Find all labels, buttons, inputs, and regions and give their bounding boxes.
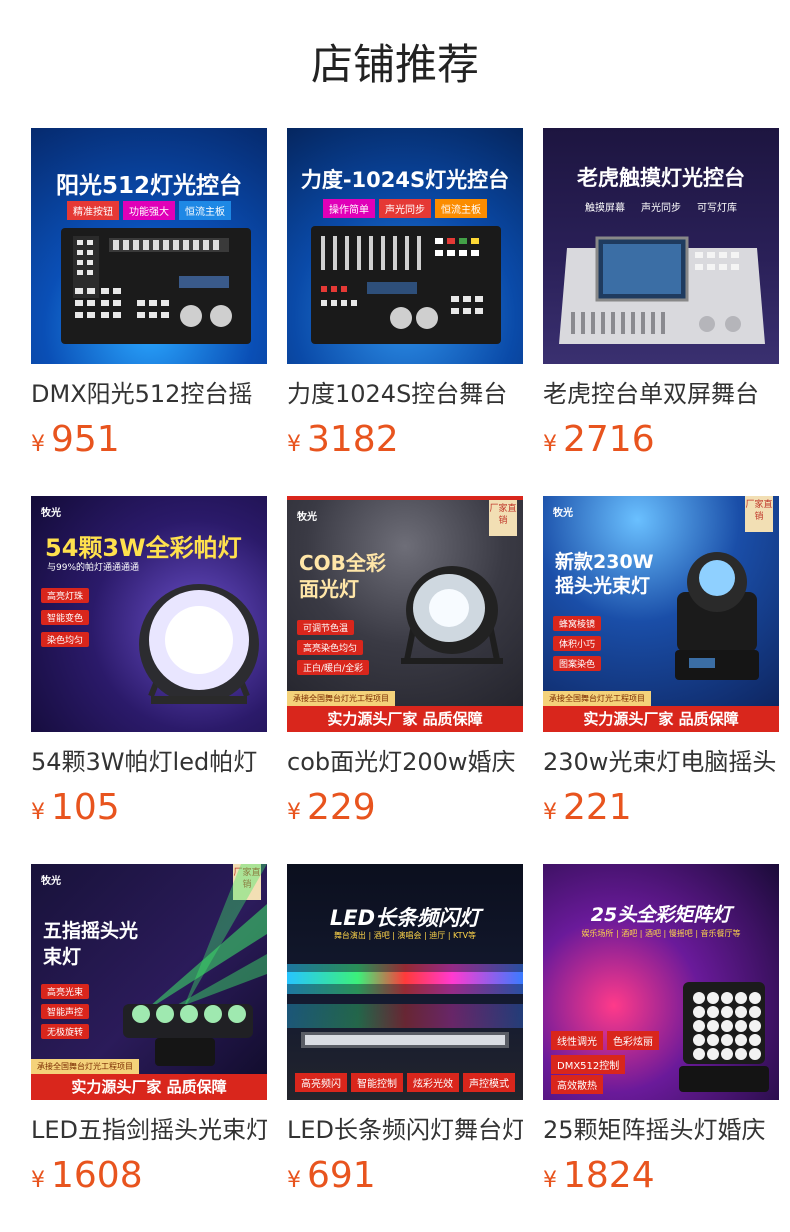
product-card[interactable]: 力度-1024S灯光控台 操作简单 声光同步 恒流主板 力度1024S控台舞台 … <box>287 128 523 468</box>
product-price: ¥3182 <box>287 419 399 460</box>
matrix-light-illustration <box>679 982 769 1092</box>
product-card[interactable]: 牧光 厂家直销 COB全彩面光灯 可调节色温 高亮染色均匀 正白/暖白/全彩 承… <box>287 496 523 836</box>
product-price: ¥951 <box>31 419 120 460</box>
product-card[interactable]: 牧光 厂家直销 新款230W摇头光束灯 蜂窝棱镜 体积小巧 图案染色 承接全国舞… <box>543 496 779 836</box>
product-price: ¥229 <box>287 787 376 828</box>
product-name[interactable]: cob面光灯200w婚庆 <box>287 746 523 778</box>
image-tags: 触摸屏幕 声光同步 可写灯库 <box>585 203 737 214</box>
product-card[interactable]: 阳光512灯光控台 精准按钮 功能强大 恒流主板 DMX阳光512控台摇 ¥ 9… <box>31 128 267 468</box>
image-title: 25头全彩矩阵灯 <box>590 904 732 926</box>
factory-badge: 厂家直销 <box>745 496 773 532</box>
brand-logo: 牧光 <box>297 512 317 523</box>
product-price: ¥105 <box>31 787 120 828</box>
image-banner: 实力源头厂家 品质保障 <box>287 706 523 732</box>
cob-light-illustration <box>401 566 503 664</box>
product-image[interactable]: 力度-1024S灯光控台 操作简单 声光同步 恒流主板 <box>287 128 523 364</box>
product-price: ¥691 <box>287 1155 376 1196</box>
image-title: COB全彩面光灯 <box>299 551 386 601</box>
feature-tag: 智能变色 <box>41 610 90 625</box>
product-name[interactable]: LED长条频闪灯舞台灯 <box>287 1114 523 1146</box>
product-image[interactable]: 牧光 54颗3W全彩帕灯 与99%的帕灯通通通通 高亮灯珠 智能变色 染色均匀 <box>31 496 267 732</box>
lighting-console-illustration <box>311 226 501 344</box>
touch-console-illustration <box>559 236 765 344</box>
feature-tag: 体积小巧 <box>553 636 602 651</box>
product-price: ¥1824 <box>543 1155 655 1196</box>
image-tags: 高亮频闪 智能控制 炫彩光效 声控模式 <box>287 1072 523 1092</box>
image-subbar: 承接全国舞台灯光工程项目 <box>287 691 395 706</box>
image-subtitle: 娱乐场所 | 酒吧 | 酒吧 | 慢摇吧 | 音乐餐厅等 <box>581 929 741 938</box>
feature-tag: 图案染色 <box>553 656 602 671</box>
product-card[interactable]: 牧光 厂家直销 五指摇头光束灯 高亮光束 智能声控 无极旋转 承接全国舞台灯光工… <box>31 864 267 1204</box>
product-image[interactable]: 牧光 厂家直销 五指摇头光束灯 高亮光束 智能声控 无极旋转 承接全国舞台灯光工… <box>31 864 267 1100</box>
feature-tag: 蜂窝棱镜 <box>553 616 602 631</box>
product-image[interactable]: LED长条频闪灯 舞台演出 | 酒吧 | 演唱会 | 迪厅 | KTV等 高亮频… <box>287 864 523 1100</box>
product-price: ¥2716 <box>543 419 655 460</box>
product-image[interactable]: 牧光 厂家直销 新款230W摇头光束灯 蜂窝棱镜 体积小巧 图案染色 承接全国舞… <box>543 496 779 732</box>
par-light-illustration <box>139 584 259 704</box>
strobe-bar-illustration <box>287 964 523 1048</box>
feature-tag: 正白/暖白/全彩 <box>297 660 370 675</box>
product-name[interactable]: 老虎控台单双屏舞台 <box>543 378 779 410</box>
feature-tag: 高亮灯珠 <box>41 588 90 603</box>
product-image[interactable]: 阳光512灯光控台 精准按钮 功能强大 恒流主板 <box>31 128 267 364</box>
lighting-console-illustration <box>61 228 251 344</box>
moving-head-illustration <box>675 552 759 680</box>
image-title: LED长条频闪灯 <box>329 906 481 930</box>
image-title: 阳光512灯光控台 <box>55 173 242 199</box>
product-name[interactable]: 54颗3W帕灯led帕灯 <box>31 746 267 778</box>
product-name[interactable]: LED五指剑摇头光束灯 <box>31 1114 267 1146</box>
section-title: 店铺推荐 <box>310 40 479 89</box>
product-image[interactable]: 25头全彩矩阵灯 娱乐场所 | 酒吧 | 酒吧 | 慢摇吧 | 音乐餐厅等 线性… <box>543 864 779 1100</box>
product-card[interactable]: LED长条频闪灯 舞台演出 | 酒吧 | 演唱会 | 迪厅 | KTV等 高亮频… <box>287 864 523 1204</box>
product-price: ¥1608 <box>31 1155 143 1196</box>
product-name[interactable]: DMX阳光512控台摇 <box>31 378 267 410</box>
image-title: 老虎触摸灯光控台 <box>577 166 745 190</box>
product-image[interactable]: 老虎触摸灯光控台 触摸屏幕 声光同步 可写灯库 <box>543 128 779 364</box>
image-tags: 操作简单 声光同步 恒流主板 <box>287 198 523 218</box>
product-price: ¥221 <box>543 787 632 828</box>
image-title: 力度-1024S灯光控台 <box>300 168 510 192</box>
brand-logo: 牧光 <box>553 508 573 519</box>
image-subtitle: 舞台演出 | 酒吧 | 演唱会 | 迪厅 | KTV等 <box>333 931 477 940</box>
image-title: 新款230W摇头光束灯 <box>555 551 654 597</box>
feature-tag: 染色均匀 <box>41 632 90 647</box>
brand-logo: 牧光 <box>41 508 61 519</box>
image-tags: 线性调光 色彩炫丽 DMX512控制高效散热 <box>549 1030 669 1094</box>
image-title: 54颗3W全彩帕灯 <box>45 534 242 562</box>
product-card[interactable]: 25头全彩矩阵灯 娱乐场所 | 酒吧 | 酒吧 | 慢摇吧 | 音乐餐厅等 线性… <box>543 864 779 1204</box>
feature-tag: 可调节色温 <box>297 620 355 635</box>
product-name[interactable]: 力度1024S控台舞台 <box>287 378 523 410</box>
feature-tag: 高亮染色均匀 <box>297 640 364 655</box>
image-tags: 精准按钮 功能强大 恒流主板 <box>31 200 267 220</box>
product-image[interactable]: 牧光 厂家直销 COB全彩面光灯 可调节色温 高亮染色均匀 正白/暖白/全彩 承… <box>287 496 523 732</box>
factory-badge: 厂家直销 <box>489 500 517 536</box>
image-subtitle: 与99%的帕灯通通通通 <box>47 563 140 573</box>
product-name[interactable]: 230w光束灯电脑摇头 <box>543 746 779 778</box>
image-subbar: 承接全国舞台灯光工程项目 <box>31 1059 139 1074</box>
product-card[interactable]: 牧光 54颗3W全彩帕灯 与99%的帕灯通通通通 高亮灯珠 智能变色 染色均匀 … <box>31 496 267 836</box>
image-banner: 实力源头厂家 品质保障 <box>31 1074 267 1100</box>
product-name[interactable]: 25颗矩阵摇头灯婚庆 <box>543 1114 779 1146</box>
product-card[interactable]: 老虎触摸灯光控台 触摸屏幕 声光同步 可写灯库 老虎控台单双屏舞台 ¥2716 <box>543 128 779 468</box>
image-banner: 实力源头厂家 品质保障 <box>543 706 779 732</box>
image-subbar: 承接全国舞台灯光工程项目 <box>543 691 651 706</box>
